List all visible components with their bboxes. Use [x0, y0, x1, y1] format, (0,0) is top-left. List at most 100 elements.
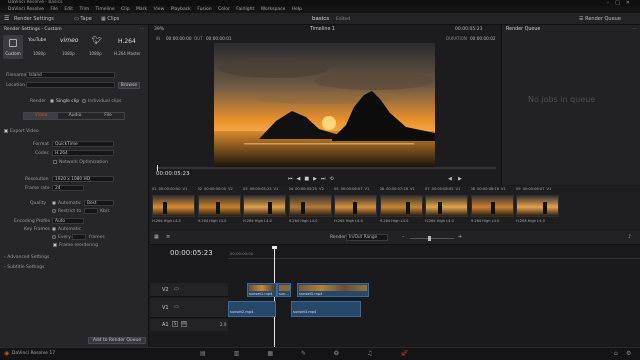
render-queue-toggle[interactable]: ☰ Render Queue	[579, 15, 621, 23]
menu-workspace[interactable]: Workspace	[261, 7, 286, 12]
network-optimization-checkbox[interactable]	[53, 160, 57, 164]
frame-reordering-checkbox[interactable]	[53, 243, 57, 247]
timeline-clip[interactable]: sun...	[277, 283, 291, 297]
edit-page-icon[interactable]: ▦	[267, 350, 301, 357]
menu-help[interactable]: Help	[292, 7, 302, 12]
restrict-input[interactable]	[84, 208, 98, 214]
prev-frame-icon[interactable]: ◀	[448, 176, 452, 182]
playhead[interactable]	[274, 247, 275, 347]
cut-page-icon[interactable]: ▥	[234, 350, 268, 357]
menu-mark[interactable]: Mark	[136, 7, 147, 12]
add-to-render-queue-button[interactable]: Add to Render Queue	[88, 337, 146, 344]
clip-thumbnail[interactable]	[516, 195, 559, 217]
restrict-radio[interactable]	[52, 209, 56, 213]
home-icon[interactable]: ⌂	[614, 350, 618, 357]
export-video-checkbox[interactable]	[4, 129, 8, 133]
stop-icon[interactable]: ■	[304, 176, 313, 182]
keyframes-every-radio[interactable]	[52, 235, 56, 239]
timeline-name[interactable]: Timeline 1	[310, 27, 335, 32]
timeline-clip[interactable]: sunset5.mp4	[297, 283, 369, 297]
tape-toggle[interactable]: ▭ Tape	[74, 15, 92, 23]
clip-track: V1	[501, 187, 506, 191]
fairlight-page-icon[interactable]: ♫	[367, 350, 400, 357]
fusion-page-icon[interactable]: ✎	[301, 350, 334, 357]
preset-vimeo[interactable]: vimeo 1080p	[58, 35, 82, 59]
menu-file[interactable]: File	[50, 7, 58, 12]
color-page-icon[interactable]: ❂	[334, 350, 367, 357]
timeline-clip[interactable]: sunset2.mp4	[228, 301, 276, 317]
audio-meter-icon[interactable]: ♪	[628, 234, 631, 240]
zoom-slider[interactable]	[410, 236, 454, 241]
preset-youtube[interactable]: YouTube 1080p	[27, 35, 55, 59]
clips-toggle[interactable]: ▦ Clips	[101, 15, 119, 23]
encoding-profile-select[interactable]: Auto	[52, 218, 84, 224]
subtitle-settings-toggle[interactable]: › Subtitle Settings	[4, 265, 45, 270]
timeline-options-icon[interactable]: ≡	[166, 234, 170, 240]
settings-gear-icon[interactable]: ⚙	[626, 350, 631, 357]
keyframes-automatic-radio[interactable]	[52, 227, 56, 231]
clip-thumbnail[interactable]	[197, 195, 241, 217]
resolution-select[interactable]: 1920 x 1080 HD	[52, 176, 114, 182]
individual-clips-radio[interactable]	[82, 99, 86, 103]
clip-thumbnail[interactable]	[243, 195, 286, 217]
menu-clip[interactable]: Clip	[121, 7, 130, 12]
filename-input[interactable]: Island	[26, 72, 115, 78]
play-icon[interactable]: ▶	[313, 176, 321, 182]
deliver-page-icon[interactable]: 🚀︎	[400, 350, 436, 357]
preset-custom[interactable]: Custom	[3, 35, 23, 59]
menu-fusion[interactable]: Fusion	[197, 7, 211, 12]
format-select[interactable]: QuickTime	[52, 141, 114, 147]
clip-thumbnail[interactable]	[379, 195, 423, 217]
queue-options-icon[interactable]: ⋯	[632, 26, 637, 32]
solo-button[interactable]: S	[172, 321, 178, 327]
menu-davinci[interactable]: DaVinci Resolve	[8, 7, 44, 12]
menu-timeline[interactable]: Timeline	[96, 7, 115, 12]
every-input[interactable]	[72, 234, 86, 240]
preset-h264[interactable]: H.264 H.264 Master	[112, 35, 146, 59]
browse-button[interactable]: Browse	[118, 82, 140, 89]
menu-view[interactable]: View	[154, 7, 165, 12]
framerate-select[interactable]: 24	[52, 185, 84, 191]
codec-select[interactable]: H.264	[52, 150, 114, 156]
playhead-marker[interactable]	[272, 246, 277, 249]
clip-thumbnail[interactable]	[334, 195, 377, 217]
timeline-view-icon[interactable]: ▦	[154, 234, 159, 240]
clip-thumbnail[interactable]	[288, 195, 332, 217]
track-video-icon[interactable]: ▭	[174, 304, 179, 310]
clip-thumbnail[interactable]	[152, 195, 195, 217]
menu-playback[interactable]: Playback	[171, 7, 191, 12]
timeline-clip[interactable]: sunset3.mp4	[291, 301, 361, 317]
clip-timecode: 00:00:05:23	[249, 187, 272, 191]
single-clip-radio[interactable]	[50, 99, 54, 103]
menu-trim[interactable]: Trim	[80, 7, 90, 12]
options-icon[interactable]: ⋯	[140, 26, 145, 32]
next-frame-icon[interactable]: ▶	[458, 176, 462, 182]
menu-edit[interactable]: Edit	[64, 7, 73, 12]
zoom-level[interactable]: 39%	[154, 27, 164, 32]
quality-automatic-radio[interactable]	[52, 201, 56, 205]
clip-thumbnail[interactable]	[425, 195, 468, 217]
location-input[interactable]	[26, 82, 115, 88]
quality-select[interactable]: Best	[84, 200, 114, 206]
mute-button[interactable]: M	[181, 321, 187, 327]
preset-twitter[interactable]: 🐦︎ 1080p	[86, 35, 108, 59]
menu-color[interactable]: Color	[218, 7, 230, 12]
tab-video[interactable]: Video	[24, 113, 58, 119]
loop-icon[interactable]: ⟲	[329, 176, 337, 182]
scrubber-bar[interactable]	[156, 165, 496, 171]
advanced-settings-toggle[interactable]: › Advanced Settings	[4, 255, 49, 260]
zoom-out-icon[interactable]: –	[402, 234, 405, 240]
tab-file[interactable]: File	[92, 113, 124, 119]
media-page-icon[interactable]: ▤	[200, 350, 234, 357]
render-range-select[interactable]: In/Out Range	[346, 234, 388, 241]
render-settings-toggle[interactable]: ☰ Render Settings	[4, 15, 54, 23]
timeline-clip[interactable]: sunset1.mp4	[247, 283, 277, 297]
zoom-slider-handle[interactable]	[428, 236, 431, 241]
tab-audio[interactable]: Audio	[58, 113, 92, 119]
track-video-icon[interactable]: ▭	[174, 286, 179, 292]
timeline-ruler[interactable]: 00:00:00:00	[228, 247, 640, 259]
skip-start-icon[interactable]: ⏮	[288, 176, 297, 182]
zoom-in-icon[interactable]: +	[458, 234, 462, 240]
menu-fairlight[interactable]: Fairlight	[236, 7, 254, 12]
clip-thumbnail[interactable]	[470, 195, 514, 217]
